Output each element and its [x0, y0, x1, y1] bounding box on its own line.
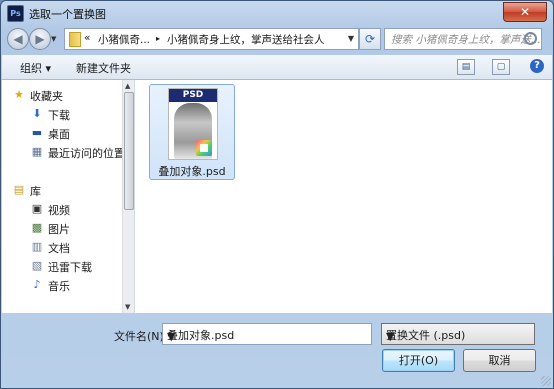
filename-input[interactable]: 叠加对象.psd ▼: [162, 323, 372, 345]
file-name: 叠加对象.psd: [158, 165, 226, 178]
back-button[interactable]: ◀: [7, 28, 29, 50]
nav-item-label: 迅雷下载: [48, 261, 92, 274]
file-list: PSD 叠加对象.psd: [135, 80, 552, 313]
download-folder-icon: ⬇: [32, 107, 42, 120]
nav-item-videos[interactable]: ▣ 视频: [30, 200, 134, 218]
nav-libraries[interactable]: ▤ 库: [12, 181, 130, 199]
nav-item-documents[interactable]: ▥ 文档: [30, 238, 134, 256]
open-file-dialog: Ps 选取一个置换图 ✕ ◀ ▶ ▼ « 小猪佩奇... ▸ 小猪佩奇身上纹，掌…: [0, 0, 554, 389]
help-icon[interactable]: ?: [530, 59, 544, 73]
nav-item-recent-places[interactable]: ▦ 最近访问的位置: [30, 143, 134, 161]
arrow-left-icon: ◀: [13, 32, 23, 46]
nav-favorites[interactable]: ★ 收藏夹: [12, 86, 130, 104]
nav-libraries-label: 库: [30, 185, 41, 198]
star-icon: ★: [14, 88, 24, 101]
search-box[interactable]: 搜索 小猪佩奇身上纹，掌声送...: [384, 28, 542, 50]
chevron-down-icon: ▼: [386, 330, 395, 343]
filename-label: 文件名(N):: [114, 330, 168, 343]
navigation-pane: ★ 收藏夹 ⬇ 下载 ▬ 桌面 ▦ 最近访问的位置 ▤ 库 ▣ 视频 ▩ 图片 …: [2, 80, 135, 313]
nav-item-label: 视频: [48, 204, 70, 217]
nav-item-downloads[interactable]: ⬇ 下载: [30, 105, 134, 123]
breadcrumb-separator-icon[interactable]: ▸: [156, 34, 160, 43]
nav-item-music[interactable]: ♪ 音乐: [30, 276, 134, 294]
resize-grip-icon[interactable]: [541, 376, 551, 386]
forward-button[interactable]: ▶: [29, 28, 51, 50]
psd-label: PSD: [169, 89, 217, 102]
scroll-up-icon[interactable]: ▲: [125, 82, 130, 90]
nav-item-label: 下载: [48, 109, 70, 122]
pictures-icon: ▩: [31, 221, 43, 234]
folder-icon: [69, 32, 81, 47]
search-placeholder: 搜索 小猪佩奇身上纹，掌声送...: [391, 34, 541, 46]
search-icon: [524, 32, 537, 45]
photoshop-icon: Ps: [7, 5, 24, 22]
recent-locations-button[interactable]: ▼: [51, 28, 61, 50]
nav-favorites-label: 收藏夹: [30, 90, 63, 103]
recent-places-icon: ▦: [31, 145, 43, 158]
video-icon: ▣: [31, 202, 43, 215]
breadcrumb-item[interactable]: 小猪佩奇...: [98, 32, 150, 47]
nav-item-desktop[interactable]: ▬ 桌面: [30, 124, 134, 142]
refresh-button[interactable]: ⟳: [359, 28, 381, 50]
address-row: ◀ ▶ ▼ « 小猪佩奇... ▸ 小猪佩奇身上纹，掌声送给社会人 ▼ ⟳ 搜索…: [1, 25, 553, 53]
breadcrumb-overflow[interactable]: «: [84, 32, 90, 44]
nav-item-thunder-downloads[interactable]: ▧ 迅雷下载: [30, 257, 134, 275]
arrow-right-icon: ▶: [35, 32, 45, 46]
nav-item-label: 图片: [48, 223, 70, 236]
downloads-library-icon: ▧: [31, 259, 43, 272]
new-folder-button[interactable]: 新建文件夹: [76, 60, 131, 76]
desktop-icon: ▬: [31, 126, 43, 139]
nav-item-pictures[interactable]: ▩ 图片: [30, 219, 134, 237]
scroll-down-icon[interactable]: ▼: [125, 303, 130, 311]
organize-button[interactable]: 组织 ▾: [20, 60, 51, 76]
nav-scrollbar[interactable]: ▲ ▼: [122, 80, 134, 313]
nav-item-label: 音乐: [48, 280, 70, 293]
command-bar: 组织 ▾ 新建文件夹 ▤ ▢ ?: [2, 55, 552, 80]
view-options-icon[interactable]: ▤: [457, 59, 475, 75]
library-icon: ▤: [13, 183, 25, 196]
open-button[interactable]: 打开(O): [382, 349, 455, 372]
documents-icon: ▥: [31, 240, 43, 253]
nav-item-label: 桌面: [48, 128, 70, 141]
refresh-icon: ⟳: [364, 32, 376, 46]
breadcrumb-item-current[interactable]: 小猪佩奇身上纹，掌声送给社会人: [167, 32, 325, 47]
chevron-down-icon[interactable]: ▼: [167, 327, 368, 347]
dialog-title: 选取一个置换图: [29, 8, 106, 21]
address-dropdown-icon[interactable]: ▼: [344, 29, 358, 49]
cancel-button[interactable]: 取消: [463, 349, 536, 372]
close-button[interactable]: ✕: [503, 2, 547, 22]
scrollbar-thumb[interactable]: [124, 92, 134, 210]
music-icon: ♪: [33, 278, 41, 291]
nav-item-label: 最近访问的位置: [48, 147, 125, 160]
file-item-psd[interactable]: PSD 叠加对象.psd: [149, 84, 235, 180]
filetype-select[interactable]: 置换文件 (.psd) ▼: [381, 323, 535, 345]
nav-item-label: 文档: [48, 242, 70, 255]
preview-pane-icon[interactable]: ▢: [492, 59, 510, 75]
address-bar[interactable]: « 小猪佩奇... ▸ 小猪佩奇身上纹，掌声送给社会人 ▼: [64, 28, 359, 50]
file-type-badge-icon: [196, 140, 212, 156]
title-bar: Ps 选取一个置换图 ✕: [1, 1, 553, 25]
